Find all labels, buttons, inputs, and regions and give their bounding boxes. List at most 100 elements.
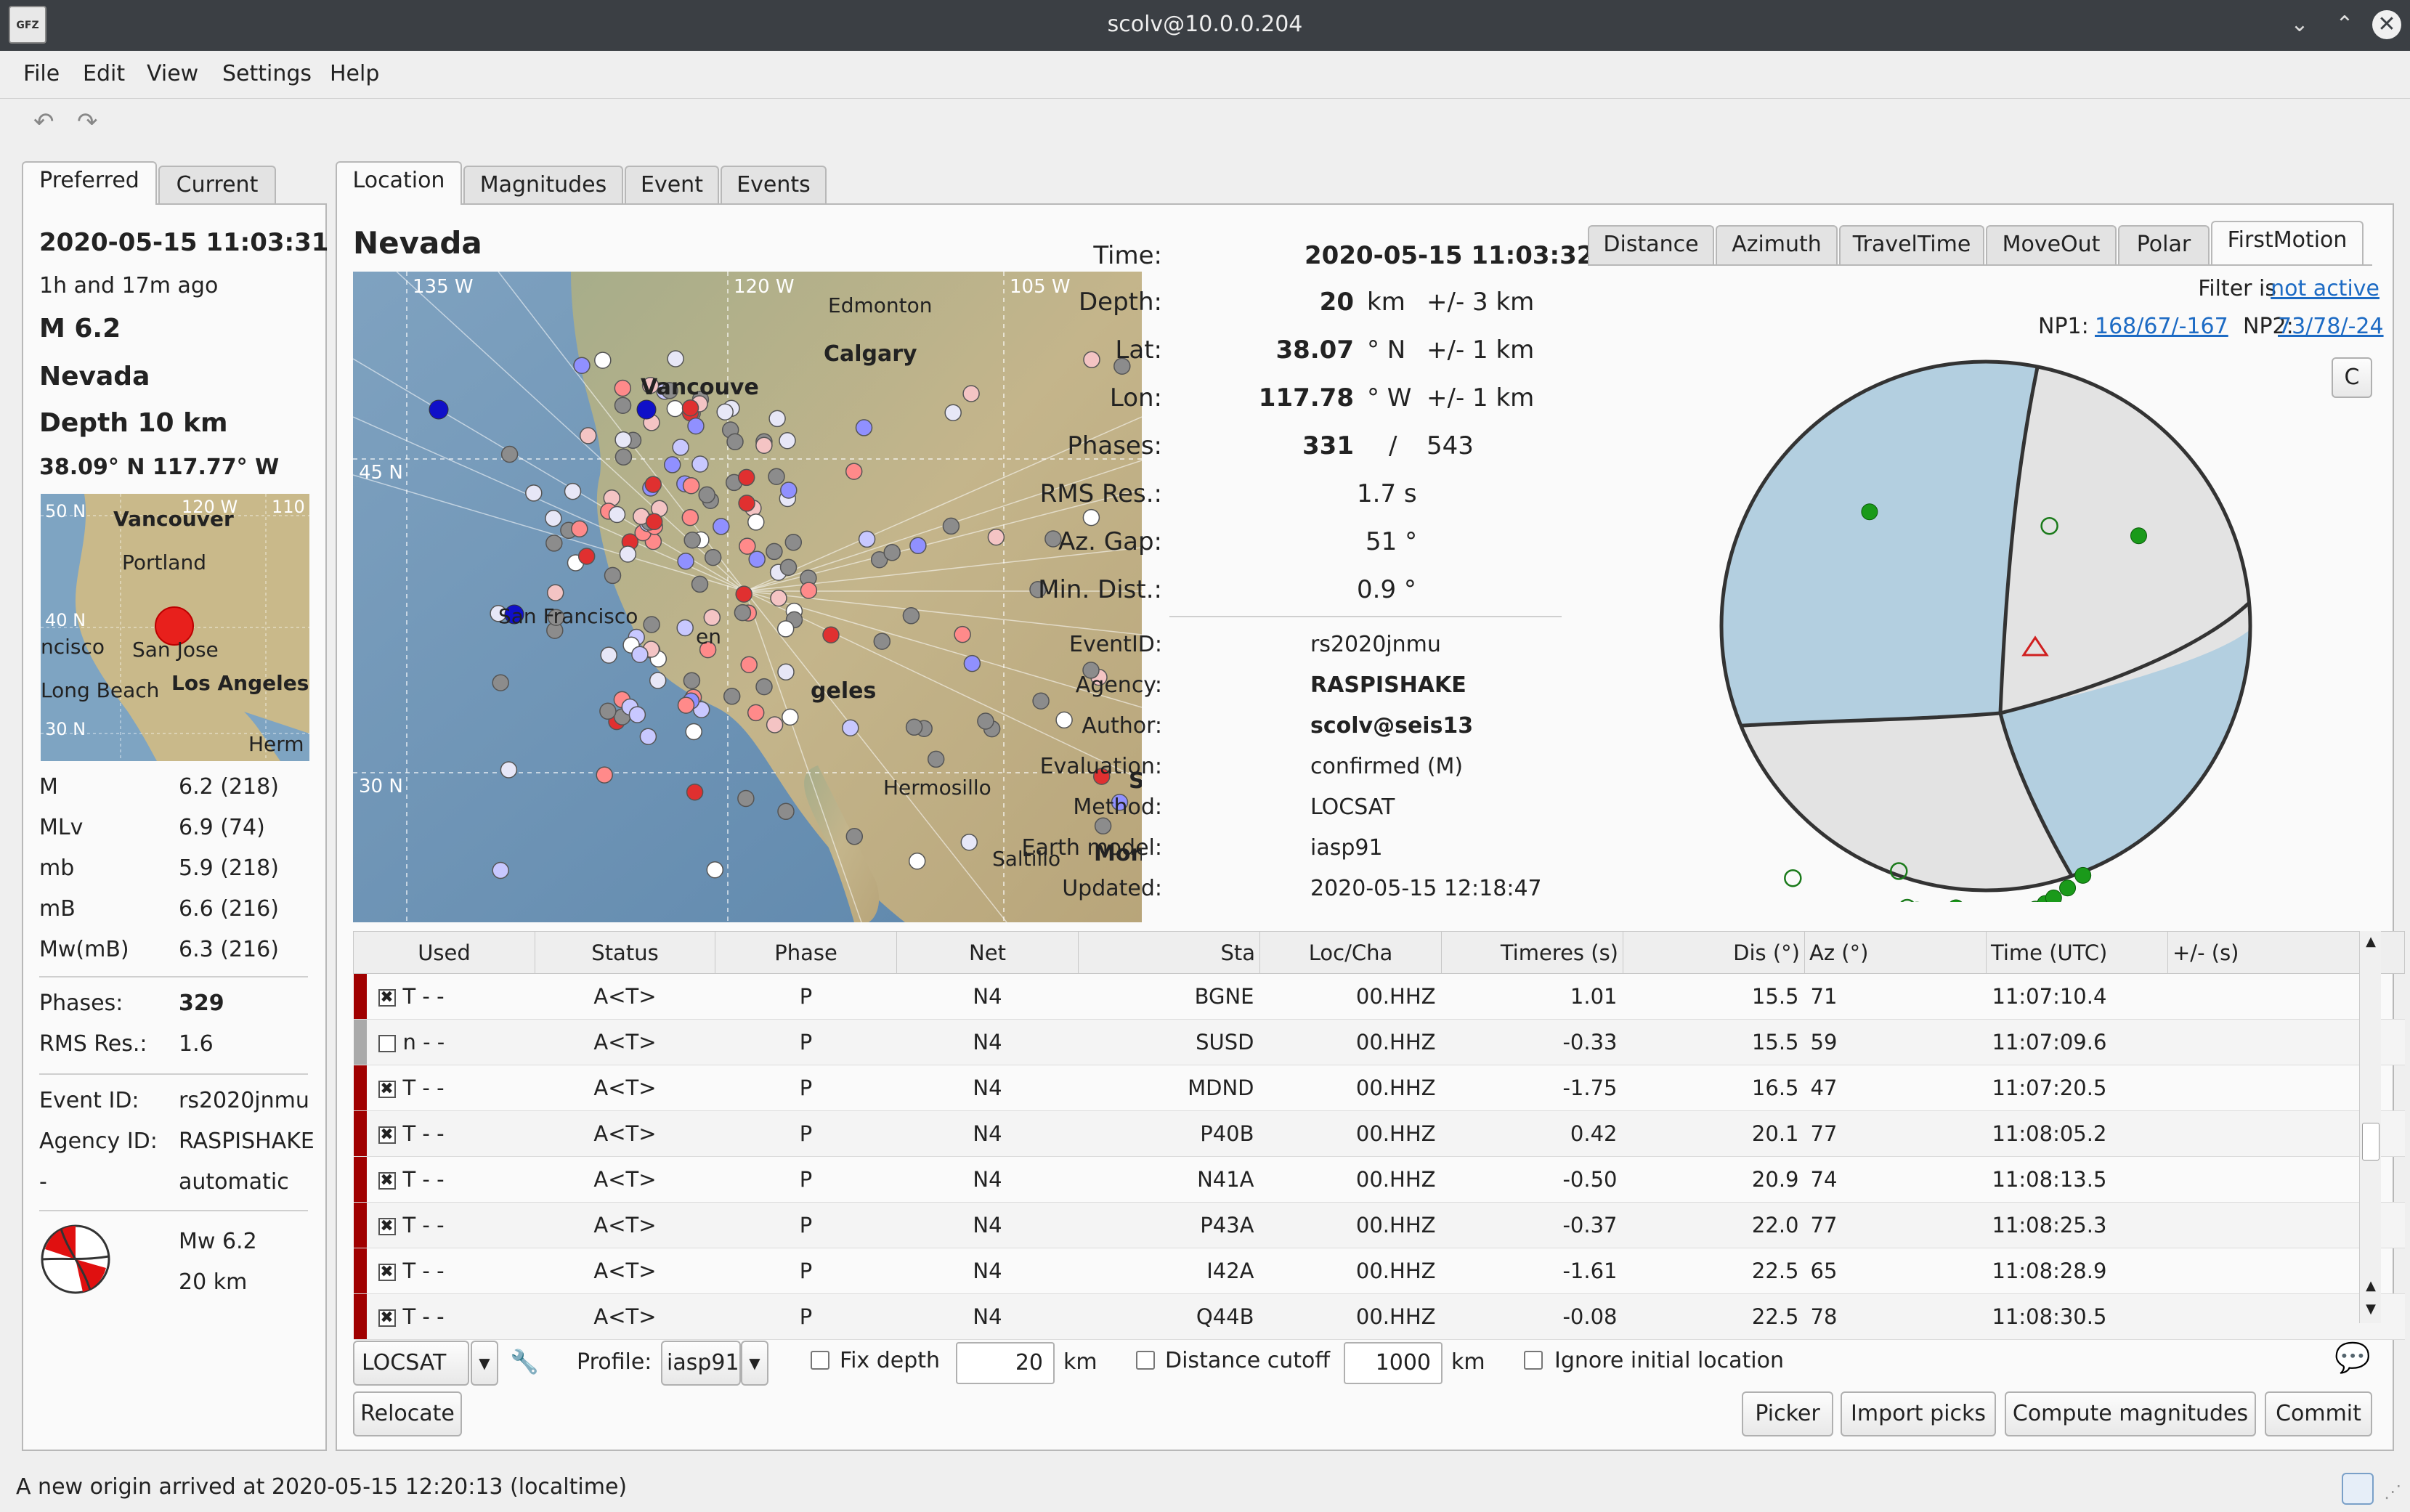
chat-icon[interactable]: 💬 — [2334, 1341, 2371, 1375]
chevron-down-icon[interactable]: ▼ — [741, 1341, 768, 1386]
cell-used[interactable]: ✖ T - - — [353, 1202, 535, 1248]
resize-grip-icon[interactable]: ⋰ — [2384, 1481, 2401, 1502]
menu-edit[interactable]: Edit — [83, 61, 125, 86]
tab-event[interactable]: Event — [625, 166, 719, 205]
filter-link[interactable]: not active — [2271, 276, 2379, 301]
fix-depth-input[interactable]: 20 — [956, 1342, 1055, 1384]
tab-azimuth[interactable]: Azimuth — [1716, 225, 1838, 264]
table-row[interactable]: ✖ T - - A<T> P N4 P40B 00.HHZ 0.42 20.1 77 11:08:0… — [353, 1110, 2405, 1157]
menu-help[interactable]: Help — [330, 61, 379, 86]
minimize-icon[interactable]: ⌄ — [2285, 10, 2314, 39]
table-scrollbar[interactable]: ▲ ▲ ▼ — [2359, 931, 2381, 1323]
distance-cutoff-checkbox[interactable] — [1136, 1351, 1155, 1370]
table-row[interactable]: ✖ T - - A<T> P N4 N41A 00.HHZ -0.50 20.9 74 11:08:… — [353, 1156, 2405, 1203]
tab-preferred[interactable]: Preferred — [22, 161, 157, 205]
undo-icon[interactable]: ↶ — [33, 107, 54, 137]
plot-options-button[interactable]: C — [2332, 357, 2372, 398]
menu-settings[interactable]: Settings — [222, 61, 312, 86]
used-checkbox[interactable]: ✖ — [378, 1081, 396, 1098]
mode-value: automatic — [179, 1169, 289, 1195]
tab-moveout[interactable]: MoveOut — [1986, 225, 2117, 264]
profile-select[interactable]: iasp91 — [661, 1341, 741, 1386]
menu-view[interactable]: View — [147, 61, 198, 86]
summary-map[interactable]: Vancouver Portland San Jose Long Beach L… — [41, 494, 309, 761]
scroll-down-icon[interactable]: ▼ — [2363, 1301, 2379, 1317]
first-motion-plot[interactable] — [1710, 350, 2262, 902]
cell-used[interactable]: ✖ T - - — [353, 1156, 535, 1203]
tab-magnitudes[interactable]: Magnitudes — [463, 166, 623, 205]
tab-firstmotion[interactable]: FirstMotion — [2211, 221, 2364, 264]
table-row[interactable]: n - - A<T> P N4 SUSD 00.HHZ -0.33 15.5 59 11:07:0… — [353, 1019, 2405, 1065]
used-checkbox[interactable] — [378, 1035, 396, 1052]
cell-time: 11:08:05.2 — [1986, 1110, 2168, 1157]
np2-link[interactable]: 73/78/-24 — [2278, 314, 2384, 339]
notification-icon[interactable] — [2342, 1473, 2374, 1505]
summary-depth: Depth 10 km — [39, 408, 228, 438]
location-map[interactable]: Edmonton Calgary Vancouve San Francisco … — [353, 272, 1142, 922]
table-row[interactable]: ✖ T - - A<T> P N4 P43A 00.HHZ -0.37 22.0 77 11:08:… — [353, 1202, 2405, 1248]
used-checkbox[interactable]: ✖ — [378, 1172, 396, 1190]
col-timeres[interactable]: Timeres (s) — [1441, 931, 1623, 974]
locator-select[interactable]: LOCSAT — [353, 1341, 469, 1386]
table-row[interactable]: ✖ T - - A<T> P N4 MDND 00.HHZ -1.75 16.5 47 11:07:… — [353, 1065, 2405, 1111]
col-sta[interactable]: Sta — [1078, 931, 1260, 974]
station-marker — [766, 716, 784, 733]
maximize-icon[interactable]: ⌃ — [2330, 10, 2359, 39]
col-phase[interactable]: Phase — [715, 931, 897, 974]
col-loc-cha[interactable]: Loc/Cha — [1259, 931, 1442, 974]
used-checkbox[interactable]: ✖ — [378, 1126, 396, 1144]
mag-type: M — [39, 774, 58, 800]
commit-button[interactable]: Commit — [2265, 1391, 2372, 1436]
used-checkbox[interactable]: ✖ — [378, 1218, 396, 1235]
tab-current[interactable]: Current — [158, 166, 276, 205]
phase-table[interactable]: Used Status Phase Net Sta Loc/Cha Timere… — [353, 931, 2405, 1340]
summary-time: 2020-05-15 11:03:31 — [39, 228, 329, 257]
tab-traveltime[interactable]: TravelTime — [1839, 225, 1984, 264]
col-used[interactable]: Used — [353, 931, 535, 974]
table-row[interactable]: ✖ T - - A<T> P N4 Q44B 00.HHZ -0.08 22.5 78 11:08:… — [353, 1293, 2405, 1340]
map-label: Hermosillo — [883, 776, 991, 800]
used-checkbox[interactable]: ✖ — [378, 1309, 396, 1327]
redo-icon[interactable]: ↷ — [77, 107, 98, 137]
station-marker — [734, 603, 752, 622]
tab-location[interactable]: Location — [336, 161, 462, 205]
fix-depth-checkbox[interactable] — [811, 1351, 829, 1370]
wrench-icon[interactable]: 🔧 — [510, 1348, 539, 1375]
close-icon[interactable]: ✕ — [2372, 10, 2401, 39]
cell-used[interactable]: ✖ T - - — [353, 1248, 535, 1294]
distance-cutoff-input[interactable]: 1000 — [1344, 1342, 1443, 1384]
picker-button[interactable]: Picker — [1742, 1391, 1833, 1436]
agency-label: Agency: — [1075, 672, 1162, 698]
chevron-down-icon[interactable]: ▼ — [471, 1341, 498, 1386]
station-marker — [842, 719, 859, 736]
station-markers — [429, 350, 1131, 879]
cell-used[interactable]: ✖ T - - — [353, 1293, 535, 1340]
table-row[interactable]: ✖ T - - A<T> P N4 I42A 00.HHZ -1.61 22.5 65 11:08:… — [353, 1248, 2405, 1294]
tab-distance[interactable]: Distance — [1588, 225, 1714, 264]
cell-used[interactable]: n - - — [353, 1019, 535, 1065]
relocate-button[interactable]: Relocate — [353, 1391, 462, 1436]
polarity-up-marker — [1949, 899, 1963, 902]
np1-link[interactable]: 168/67/-167 — [2095, 314, 2228, 339]
import-picks-button[interactable]: Import picks — [1841, 1391, 1996, 1436]
used-checkbox[interactable]: ✖ — [378, 1264, 396, 1281]
col-net[interactable]: Net — [896, 931, 1079, 974]
menu-file[interactable]: File — [23, 61, 60, 86]
table-row[interactable]: ✖ T - - A<T> P N4 BGNE 00.HHZ 1.01 15.5 71 11:07:1… — [353, 973, 2405, 1020]
col-dis[interactable]: Dis (°) — [1623, 931, 1805, 974]
cell-used[interactable]: ✖ T - - — [353, 973, 535, 1020]
compute-magnitudes-button[interactable]: Compute magnitudes — [2005, 1391, 2256, 1436]
col-time-utc[interactable]: Time (UTC) — [1986, 931, 2168, 974]
time-value: 2020-05-15 11:03:32 — [1305, 241, 1594, 270]
scroll-up-icon[interactable]: ▲ — [2363, 934, 2379, 950]
tab-polar[interactable]: Polar — [2118, 225, 2210, 264]
used-checkbox[interactable]: ✖ — [378, 989, 396, 1007]
cell-used[interactable]: ✖ T - - — [353, 1065, 535, 1111]
tab-events[interactable]: Events — [721, 166, 827, 205]
ignore-initial-checkbox[interactable] — [1524, 1351, 1543, 1370]
col-az[interactable]: Az (°) — [1804, 931, 1987, 974]
cell-used[interactable]: ✖ T - - — [353, 1110, 535, 1157]
scroll-thumb[interactable] — [2362, 1123, 2379, 1161]
scroll-up-small-icon[interactable]: ▲ — [2363, 1278, 2379, 1294]
col-status[interactable]: Status — [535, 931, 715, 974]
